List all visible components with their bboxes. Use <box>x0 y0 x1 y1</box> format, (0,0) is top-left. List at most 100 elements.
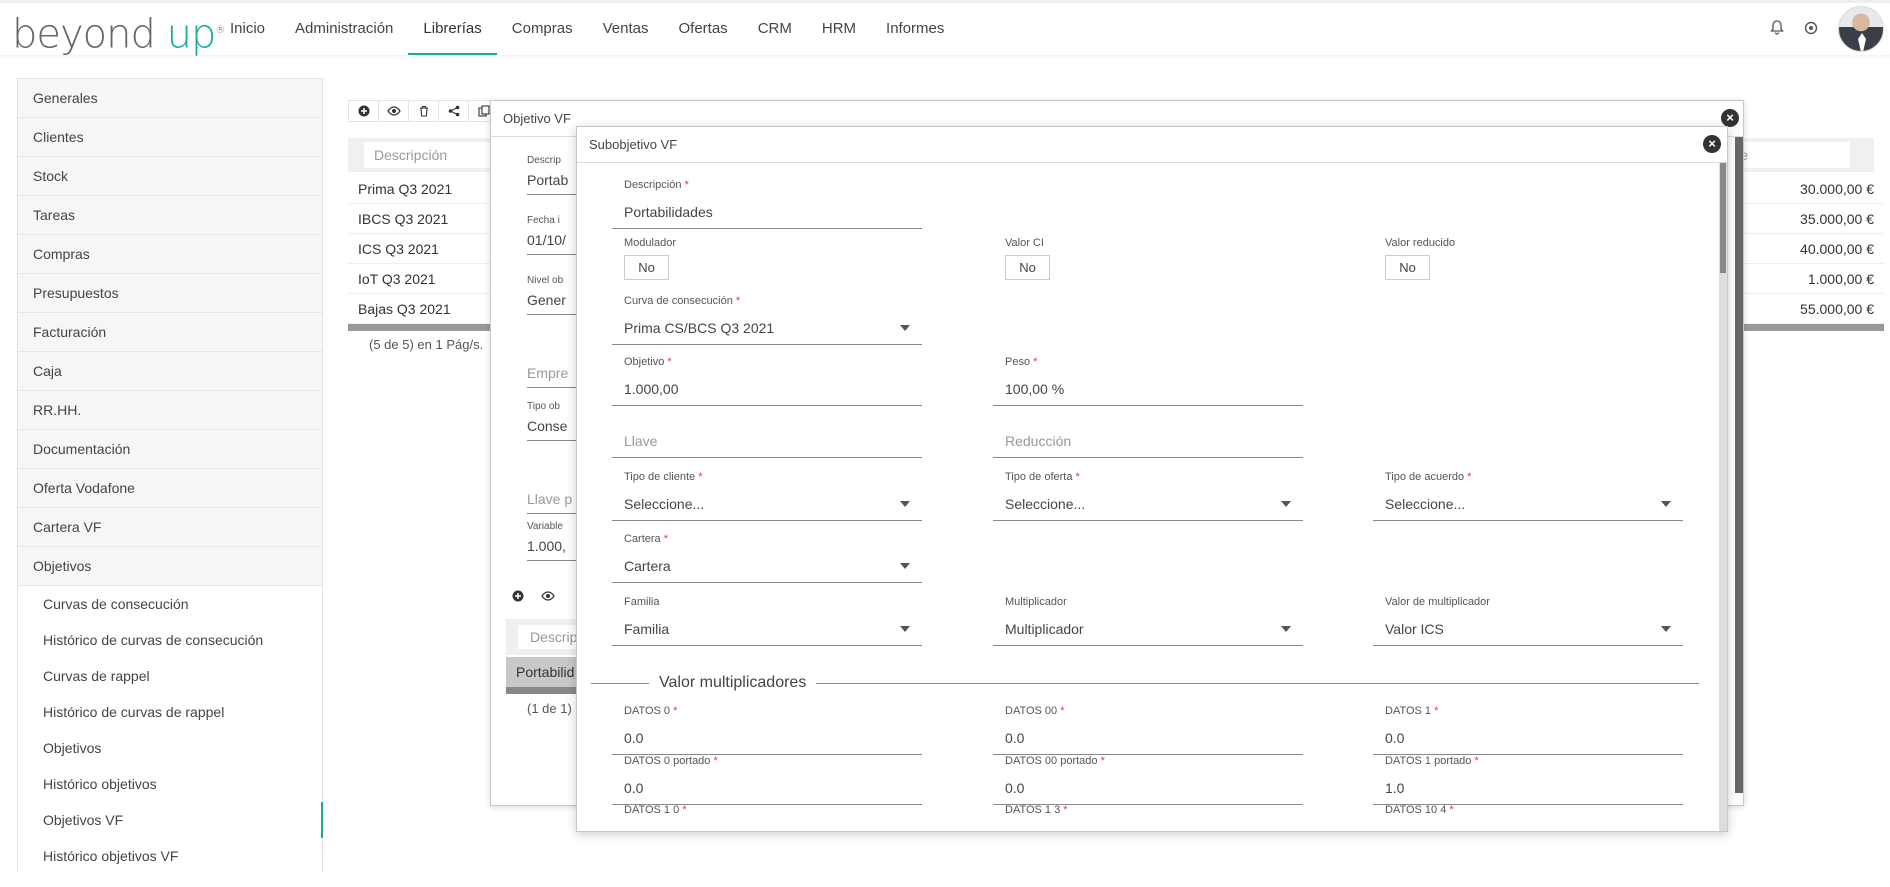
sidebar-sub-curvas-rappel[interactable]: Curvas de rappel <box>18 658 322 694</box>
datos-0-portado-field[interactable]: DATOS 0 portado * 0.0 <box>612 755 922 805</box>
datos-00-portado-input[interactable]: 0.0 <box>993 779 1303 805</box>
llave-field[interactable]: Llave <box>612 432 922 458</box>
header-actions <box>1760 3 1890 55</box>
d1-vertical-scrollbar[interactable] <box>1735 137 1743 793</box>
sidebar-item-oferta-vodafone[interactable]: Oferta Vodafone <box>18 469 322 508</box>
valor-ci-toggle[interactable]: No <box>1005 255 1050 280</box>
tipo-acuerdo-select[interactable]: Seleccione... <box>1373 495 1683 521</box>
nav-inicio[interactable]: Inicio <box>215 3 280 55</box>
objetivo-field[interactable]: Objetivo * 1.000,00 <box>612 356 922 406</box>
valor-reducido-toggle[interactable]: No <box>1385 255 1430 280</box>
close-icon[interactable]: × <box>1703 135 1721 153</box>
view-icon[interactable] <box>378 100 408 122</box>
sidebar-sub-historico-curvas-rappel[interactable]: Histórico de curvas de rappel <box>18 694 322 730</box>
curva-consecucion-field[interactable]: Curva de consecución * Prima CS/BCS Q3 2… <box>612 295 922 345</box>
sidebar-item-cartera-vf[interactable]: Cartera VF <box>18 508 322 547</box>
d1-description-filter-input[interactable]: Descrip <box>518 625 578 649</box>
sidebar-sub-curvas-consecucion[interactable]: Curvas de consecución <box>18 586 322 622</box>
required-mark: * <box>1434 705 1439 717</box>
datos-00-input[interactable]: 0.0 <box>993 729 1303 755</box>
sidebar-sub-objetivos-vf[interactable]: Objetivos VF <box>18 802 323 838</box>
d1-grid-row[interactable]: Portabilid <box>506 657 586 687</box>
brand-logo[interactable]: beyond up® <box>12 9 225 58</box>
modulador-toggle[interactable]: No <box>624 255 669 280</box>
logo-word-beyond: beyond <box>12 11 156 58</box>
peso-input[interactable]: 100,00 % <box>993 380 1303 406</box>
sidebar-item-stock[interactable]: Stock <box>18 157 322 196</box>
sidebar-item-caja[interactable]: Caja <box>18 352 322 391</box>
datos-0-input[interactable]: 0.0 <box>612 729 922 755</box>
sidebar-item-presupuestos[interactable]: Presupuestos <box>18 274 322 313</box>
descripcion-input[interactable]: Portabilidades <box>612 203 922 229</box>
peso-field[interactable]: Peso * 100,00 % <box>993 356 1303 406</box>
nav-ventas[interactable]: Ventas <box>588 3 664 55</box>
familia-select[interactable]: Familia <box>612 620 922 646</box>
sidebar-item-rrhh[interactable]: RR.HH. <box>18 391 322 430</box>
required-mark: * <box>1075 471 1080 483</box>
sidebar-item-generales[interactable]: Generales <box>18 79 322 118</box>
sidebar-sub-historico-objetivos[interactable]: Histórico objetivos <box>18 766 322 802</box>
descripcion-field[interactable]: Descripción * Portabilidades <box>612 179 922 229</box>
sidebar-item-compras[interactable]: Compras <box>18 235 322 274</box>
datos-1-portado-field[interactable]: DATOS 1 portado * 1.0 <box>1373 755 1683 805</box>
datos-1-0-field[interactable]: DATOS 1 0 * <box>612 804 922 818</box>
datos-10-4-field[interactable]: DATOS 10 4 * <box>1373 804 1683 818</box>
nav-administracion[interactable]: Administración <box>280 3 408 55</box>
sidebar-item-documentacion[interactable]: Documentación <box>18 430 322 469</box>
bell-icon[interactable] <box>1760 20 1794 38</box>
nav-crm[interactable]: CRM <box>743 3 807 55</box>
field-label: DATOS 1 portado <box>1385 755 1472 767</box>
tipo-oferta-field[interactable]: Tipo de oferta * Seleccione... <box>993 471 1303 521</box>
cartera-select[interactable]: Cartera <box>612 557 922 583</box>
power-icon[interactable] <box>1794 21 1828 38</box>
sidebar-item-objetivos[interactable]: Objetivos <box>18 547 322 586</box>
cartera-field[interactable]: Cartera * Cartera <box>612 533 922 583</box>
nav-hrm[interactable]: HRM <box>807 3 871 55</box>
valor-multiplicador-select[interactable]: Valor ICS <box>1373 620 1683 646</box>
field-label: DATOS 0 <box>624 705 671 717</box>
datos-1-3-field[interactable]: DATOS 1 3 * <box>993 804 1303 818</box>
nav-ofertas[interactable]: Ofertas <box>664 3 743 55</box>
multiplicador-select[interactable]: Multiplicador <box>993 620 1303 646</box>
close-icon[interactable]: × <box>1721 109 1739 127</box>
objetivo-input[interactable]: 1.000,00 <box>612 380 922 406</box>
add-icon[interactable] <box>348 100 378 122</box>
share-icon[interactable] <box>438 100 468 122</box>
nav-librerias[interactable]: Librerías <box>408 3 498 55</box>
d1-horizontal-scrollbar[interactable] <box>506 687 586 694</box>
nav-compras[interactable]: Compras <box>497 3 588 55</box>
tipo-cliente-select[interactable]: Seleccione... <box>612 495 922 521</box>
multiplicador-field[interactable]: Multiplicador Multiplicador <box>993 596 1303 646</box>
datos-1-field[interactable]: DATOS 1 * 0.0 <box>1373 705 1683 755</box>
view-icon[interactable] <box>533 585 563 607</box>
tipo-acuerdo-field[interactable]: Tipo de acuerdo * Seleccione... <box>1373 471 1683 521</box>
sidebar-sub-historico-objetivos-vf[interactable]: Histórico objetivos VF <box>18 838 322 874</box>
datos-00-portado-field[interactable]: DATOS 00 portado * 0.0 <box>993 755 1303 805</box>
sidebar-item-tareas[interactable]: Tareas <box>18 196 322 235</box>
d2-vertical-scrollbar[interactable] <box>1719 163 1727 831</box>
reduccion-input[interactable]: Reducción <box>993 432 1303 458</box>
delete-icon[interactable] <box>408 100 438 122</box>
curva-consecucion-select[interactable]: Prima CS/BCS Q3 2021 <box>612 319 922 345</box>
datos-0-portado-input[interactable]: 0.0 <box>612 779 922 805</box>
reduccion-field[interactable]: Reducción <box>993 432 1303 458</box>
sidebar-sub-objetivos[interactable]: Objetivos <box>18 730 322 766</box>
tipo-cliente-field[interactable]: Tipo de cliente * Seleccione... <box>612 471 922 521</box>
datos-0-field[interactable]: DATOS 0 * 0.0 <box>612 705 922 755</box>
llave-input[interactable]: Llave <box>612 432 922 458</box>
tipo-oferta-select[interactable]: Seleccione... <box>993 495 1303 521</box>
sidebar-item-facturacion[interactable]: Facturación <box>18 313 322 352</box>
datos-1-input[interactable]: 0.0 <box>1373 729 1683 755</box>
chevron-down-icon <box>1281 626 1291 632</box>
sidebar-sub-historico-curvas-consecucion[interactable]: Histórico de curvas de consecución <box>18 622 322 658</box>
field-label: DATOS 0 portado <box>624 755 711 767</box>
scrollbar-thumb[interactable] <box>1720 163 1726 273</box>
add-icon[interactable] <box>503 585 533 607</box>
datos-00-field[interactable]: DATOS 00 * 0.0 <box>993 705 1303 755</box>
sidebar-item-clientes[interactable]: Clientes <box>18 118 322 157</box>
familia-field[interactable]: Familia Familia <box>612 596 922 646</box>
user-avatar[interactable] <box>1838 6 1884 52</box>
datos-1-portado-input[interactable]: 1.0 <box>1373 779 1683 805</box>
valor-multiplicador-field[interactable]: Valor de multiplicador Valor ICS <box>1373 596 1683 646</box>
nav-informes[interactable]: Informes <box>871 3 959 55</box>
